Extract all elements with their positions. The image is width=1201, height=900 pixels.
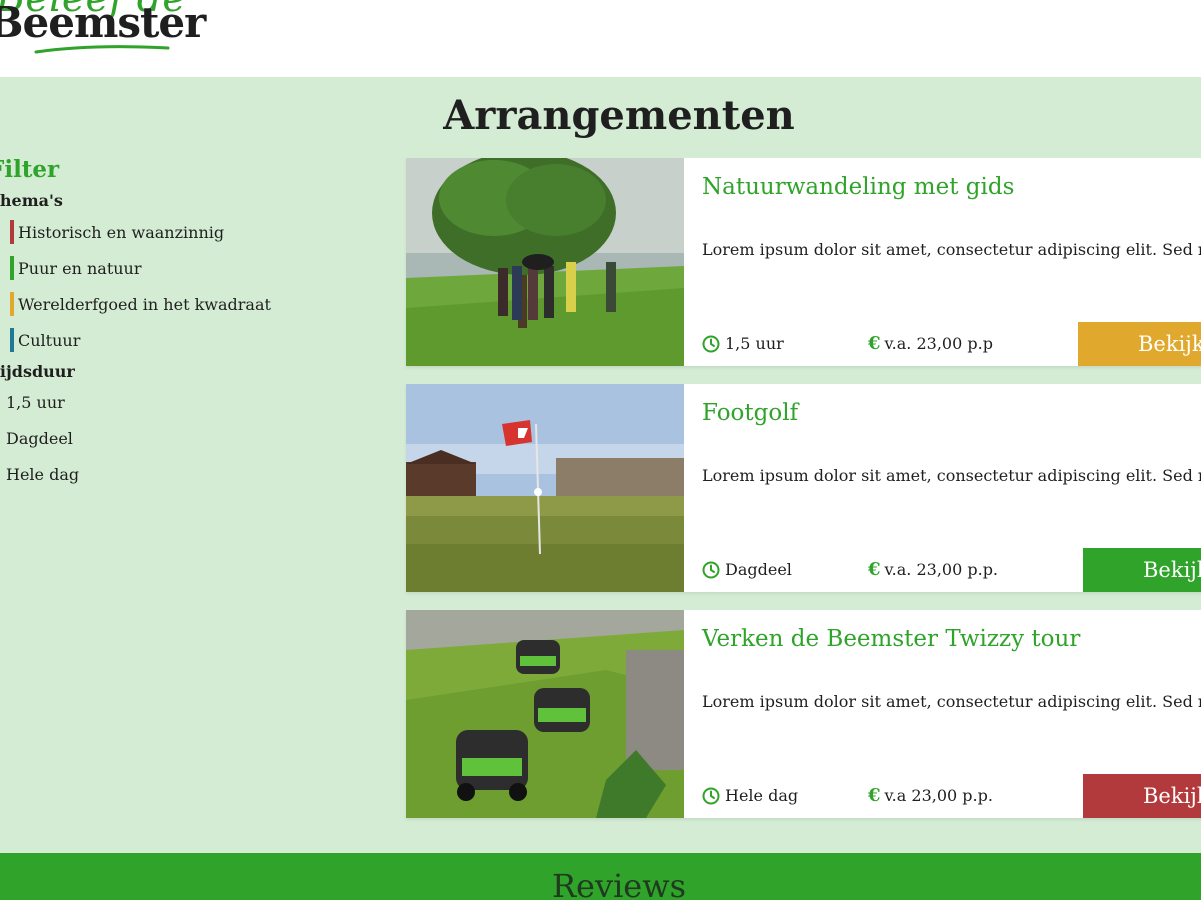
arrangement-meta: Hele dag € v.a 23,00 p.p.	[702, 785, 993, 806]
arrangement-card: Footgolf Lorem ipsum dolor sit amet, con…	[406, 384, 1201, 592]
filter-theme-natuur[interactable]: Puur en natuur	[0, 250, 368, 286]
duration-title: Tijdsduur	[0, 362, 75, 381]
filter-duration-dagdeel[interactable]: Dagdeel	[0, 421, 368, 457]
site-header: Beleef de Beemster	[0, 0, 1201, 77]
filter-title: Filter	[0, 156, 60, 183]
view-arrangement-button[interactable]: Bekijk	[1078, 322, 1201, 366]
clock-icon	[702, 335, 720, 352]
duration-text: Hele dag	[725, 786, 799, 805]
euro-icon: €	[868, 559, 881, 580]
theme-color-bar	[10, 292, 14, 316]
arrangement-photo[interactable]	[406, 158, 684, 366]
logo-swoosh-icon	[34, 45, 170, 54]
euro-icon: €	[868, 333, 881, 354]
footgolf-photo-icon	[406, 384, 684, 592]
duration-text: Dagdeel	[725, 560, 792, 579]
arrangement-description: Lorem ipsum dolor sit amet, consectetur …	[702, 692, 1201, 711]
price-text: v.a 23,00 p.p.	[884, 786, 993, 805]
arrangement-meta: Dagdeel € v.a. 23,00 p.p.	[702, 559, 998, 580]
reviews-title: Reviews	[551, 867, 687, 900]
arrangement-title[interactable]: Verken de Beemster Twizzy tour	[702, 626, 1080, 652]
theme-label: Cultuur	[18, 330, 81, 350]
arrangement-meta: 1,5 uur € v.a. 23,00 p.p	[702, 333, 993, 354]
twizzy-photo-icon	[406, 610, 684, 818]
page-title: Arrangementen	[443, 92, 795, 139]
theme-color-bar	[10, 256, 14, 280]
site-logo[interactable]: Beleef de Beemster	[0, 0, 206, 68]
euro-icon: €	[868, 785, 881, 806]
arrangement-price: € v.a. 23,00 p.p	[868, 333, 993, 354]
arrangement-duration: Dagdeel	[702, 560, 868, 579]
theme-color-bar	[10, 328, 14, 352]
arrangement-photo[interactable]	[406, 384, 684, 592]
arrangement-price: € v.a. 23,00 p.p.	[868, 559, 998, 580]
arrangement-description: Lorem ipsum dolor sit amet, consectetur …	[702, 466, 1201, 485]
duration-text: 1,5 uur	[725, 334, 784, 353]
arrangement-photo[interactable]	[406, 610, 684, 818]
theme-label: Werelderfgoed in het kwadraat	[18, 294, 271, 314]
arrangement-price: € v.a 23,00 p.p.	[868, 785, 993, 806]
price-text: v.a. 23,00 p.p	[884, 334, 993, 353]
view-arrangement-button[interactable]: Bekijk	[1083, 774, 1201, 818]
filter-theme-cultuur[interactable]: Cultuur	[0, 322, 368, 358]
theme-color-bar	[10, 220, 14, 244]
price-text: v.a. 23,00 p.p.	[884, 560, 999, 579]
view-arrangement-button[interactable]: Bekijk	[1083, 548, 1201, 592]
clock-icon	[702, 787, 720, 804]
arrangement-title[interactable]: Natuurwandeling met gids	[702, 174, 1014, 200]
themes-title: Thema's	[0, 191, 63, 210]
arrangement-list: Natuurwandeling met gids Lorem ipsum dol…	[406, 158, 1201, 836]
theme-label: Puur en natuur	[18, 258, 142, 278]
filter-duration-hele-dag[interactable]: Hele dag	[0, 457, 368, 493]
arrangement-card: Verken de Beemster Twizzy tour Lorem ips…	[406, 610, 1201, 818]
arrangement-duration: 1,5 uur	[702, 334, 868, 353]
logo-wordmark: Beemster	[0, 0, 206, 47]
filter-panel: Filter Thema's Historisch en waanzinnig …	[0, 156, 368, 493]
theme-label: Historisch en waanzinnig	[18, 222, 225, 242]
arrangement-description: Lorem ipsum dolor sit amet, consectetur …	[702, 240, 1201, 259]
arrangement-title[interactable]: Footgolf	[702, 400, 798, 426]
arrangement-duration: Hele dag	[702, 786, 868, 805]
clock-icon	[702, 561, 720, 578]
filter-theme-werelderfgoed[interactable]: Werelderfgoed in het kwadraat	[0, 286, 368, 322]
walking-group-photo-icon	[406, 158, 684, 366]
reviews-section: Reviews	[0, 853, 1201, 900]
filter-theme-historisch[interactable]: Historisch en waanzinnig	[0, 214, 368, 250]
arrangement-card: Natuurwandeling met gids Lorem ipsum dol…	[406, 158, 1201, 366]
filter-duration-1-5-uur[interactable]: 1,5 uur	[0, 385, 368, 421]
